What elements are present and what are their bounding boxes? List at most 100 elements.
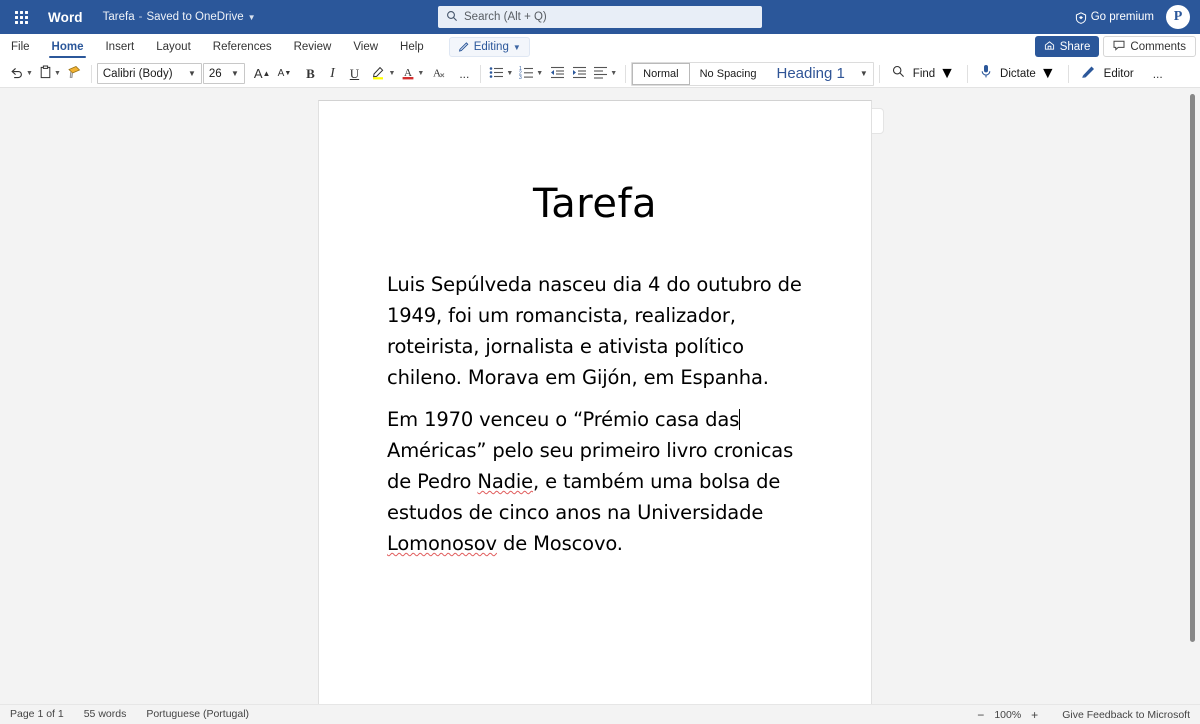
avatar-initial: P — [1174, 9, 1183, 25]
grow-font-label: A — [254, 66, 263, 81]
editing-mode-button[interactable]: Editing ▼ — [449, 37, 530, 57]
zoom-in-button[interactable]: + — [1025, 708, 1044, 722]
zoom-out-button[interactable]: − — [971, 708, 990, 722]
chevron-down-icon: ▼ — [513, 43, 521, 52]
chevron-down-icon[interactable]: ▼ — [939, 65, 955, 83]
decrease-indent-button[interactable] — [546, 62, 568, 86]
tab-label: References — [213, 41, 272, 53]
chevron-down-icon[interactable]: ▼ — [231, 69, 239, 78]
comment-bubble-icon — [1113, 40, 1125, 54]
avatar[interactable]: P — [1166, 5, 1190, 29]
editor-pen-icon — [1081, 64, 1096, 84]
tab-layout[interactable]: Layout — [145, 34, 202, 60]
style-normal[interactable]: Normal — [632, 63, 689, 85]
search-input[interactable]: Search (Alt + Q) — [438, 6, 762, 28]
document-canvas: Tarefa Luis Sepúlveda nasceu dia 4 do ou… — [0, 89, 1200, 704]
share-button[interactable]: Share — [1035, 36, 1100, 57]
page-count[interactable]: Page 1 of 1 — [0, 708, 74, 720]
tab-insert[interactable]: Insert — [94, 34, 145, 60]
chevron-down-icon[interactable]: ▼ — [54, 70, 61, 77]
microphone-icon — [980, 64, 992, 84]
dictate-button[interactable]: Dictate ▼ — [973, 62, 1063, 86]
language-indicator[interactable]: Portuguese (Portugal) — [136, 708, 259, 720]
save-state[interactable]: Saved to OneDrive — [146, 11, 243, 23]
chevron-down-icon[interactable]: ▼ — [536, 70, 543, 77]
titlebar-right-group: Go premium P — [1069, 0, 1194, 34]
title-bar: Word Tarefa - Saved to OneDrive ▼ Search… — [0, 0, 1200, 34]
paste-button[interactable]: ▼ — [36, 62, 64, 86]
tab-view[interactable]: View — [342, 34, 389, 60]
text-highlight-icon — [371, 65, 386, 83]
style-heading-1[interactable]: Heading 1 — [766, 63, 854, 85]
home-ribbon-toolbar: ▼ ▼ Calibri (Body) ▼ 26 ▼ A▲ A▼ B I U — [0, 60, 1200, 88]
bullet-list-icon — [489, 66, 504, 82]
undo-icon — [9, 65, 24, 82]
align-button[interactable]: ▼ — [590, 62, 620, 86]
paragraph-2-text-1: Em 1970 venceu o “Prémio casa das — [387, 408, 739, 431]
zoom-level[interactable]: 100% — [992, 709, 1023, 721]
styles-gallery: Normal No Spacing Heading 1 ▼ — [631, 62, 874, 86]
document-title-area[interactable]: Tarefa - Saved to OneDrive ▼ — [103, 11, 256, 23]
numbering-button[interactable]: 123 ▼ — [516, 62, 546, 86]
dictate-label: Dictate — [1000, 68, 1036, 80]
waffle-icon — [15, 11, 28, 24]
find-button[interactable]: Find ▼ — [885, 62, 962, 86]
tab-label: Home — [52, 41, 84, 53]
underline-button[interactable]: U — [343, 62, 365, 86]
app-name[interactable]: Word — [48, 10, 83, 25]
chevron-down-icon[interactable]: ▼ — [417, 70, 424, 77]
ribbon-right-group: Share Comments — [1035, 36, 1196, 57]
go-premium-label: Go premium — [1091, 11, 1154, 23]
bold-button[interactable]: B — [299, 62, 321, 86]
styles-gallery-expand-icon[interactable]: ▼ — [855, 69, 873, 78]
toolbar-overflow-button[interactable]: ... — [1147, 62, 1169, 86]
tab-review[interactable]: Review — [283, 34, 343, 60]
font-size-combobox[interactable]: 26 ▼ — [203, 63, 245, 84]
document-paragraph-2: Em 1970 venceu o “Prémio casa dasAmérica… — [387, 404, 817, 559]
shrink-font-button[interactable]: A▼ — [273, 62, 295, 86]
editor-button[interactable]: Editor — [1074, 62, 1141, 86]
search-icon — [892, 65, 905, 83]
chevron-down-icon[interactable]: ▼ — [610, 70, 617, 77]
font-name-combobox[interactable]: Calibri (Body) ▼ — [97, 63, 202, 84]
feedback-link[interactable]: Give Feedback to Microsoft — [1046, 709, 1200, 721]
app-launcher-button[interactable] — [4, 0, 38, 34]
chevron-down-icon[interactable]: ▼ — [248, 13, 256, 22]
italic-button[interactable]: I — [321, 62, 343, 86]
grow-font-button[interactable]: A▲ — [251, 62, 274, 86]
chevron-down-icon[interactable]: ▼ — [188, 69, 196, 78]
svg-text:3: 3 — [519, 74, 522, 78]
tab-home[interactable]: Home — [41, 34, 95, 60]
spelling-error-lomonosov[interactable]: Lomonosov — [387, 532, 497, 555]
format-painter-button[interactable] — [64, 62, 86, 86]
increase-indent-button[interactable] — [568, 62, 590, 86]
word-count[interactable]: 55 words — [74, 708, 137, 720]
document-page[interactable]: Tarefa Luis Sepúlveda nasceu dia 4 do ou… — [318, 100, 872, 704]
undo-button[interactable]: ▼ — [6, 62, 36, 86]
chevron-down-icon[interactable]: ▼ — [506, 70, 513, 77]
bullets-button[interactable]: ▼ — [486, 62, 516, 86]
clear-formatting-icon: A — [431, 65, 446, 83]
tab-help[interactable]: Help — [389, 34, 435, 60]
font-color-button[interactable]: A ▼ — [398, 62, 427, 86]
chevron-down-icon[interactable]: ▼ — [1040, 65, 1056, 83]
highlight-button[interactable]: ▼ — [368, 62, 398, 86]
go-premium-button[interactable]: Go premium — [1069, 8, 1160, 26]
more-font-options-button[interactable]: ... — [453, 62, 475, 86]
share-label: Share — [1060, 41, 1091, 53]
document-name[interactable]: Tarefa — [103, 11, 135, 23]
decrease-indent-icon — [550, 66, 565, 82]
document-paragraph-1: Luis Sepúlveda nasceu dia 4 do outubro d… — [387, 269, 817, 393]
spelling-error-nadie[interactable]: Nadie — [477, 470, 533, 493]
tab-file[interactable]: File — [0, 34, 41, 60]
svg-text:A: A — [433, 67, 441, 79]
tab-label: Layout — [156, 41, 191, 53]
chevron-down-icon[interactable]: ▼ — [26, 70, 33, 77]
clear-formatting-button[interactable]: A — [427, 62, 449, 86]
tab-references[interactable]: References — [202, 34, 283, 60]
comments-button[interactable]: Comments — [1103, 36, 1196, 57]
chevron-down-icon[interactable]: ▼ — [388, 70, 395, 77]
scrollbar-thumb[interactable] — [1190, 94, 1195, 642]
vertical-scrollbar[interactable] — [1189, 90, 1197, 690]
style-no-spacing[interactable]: No Spacing — [690, 63, 767, 85]
